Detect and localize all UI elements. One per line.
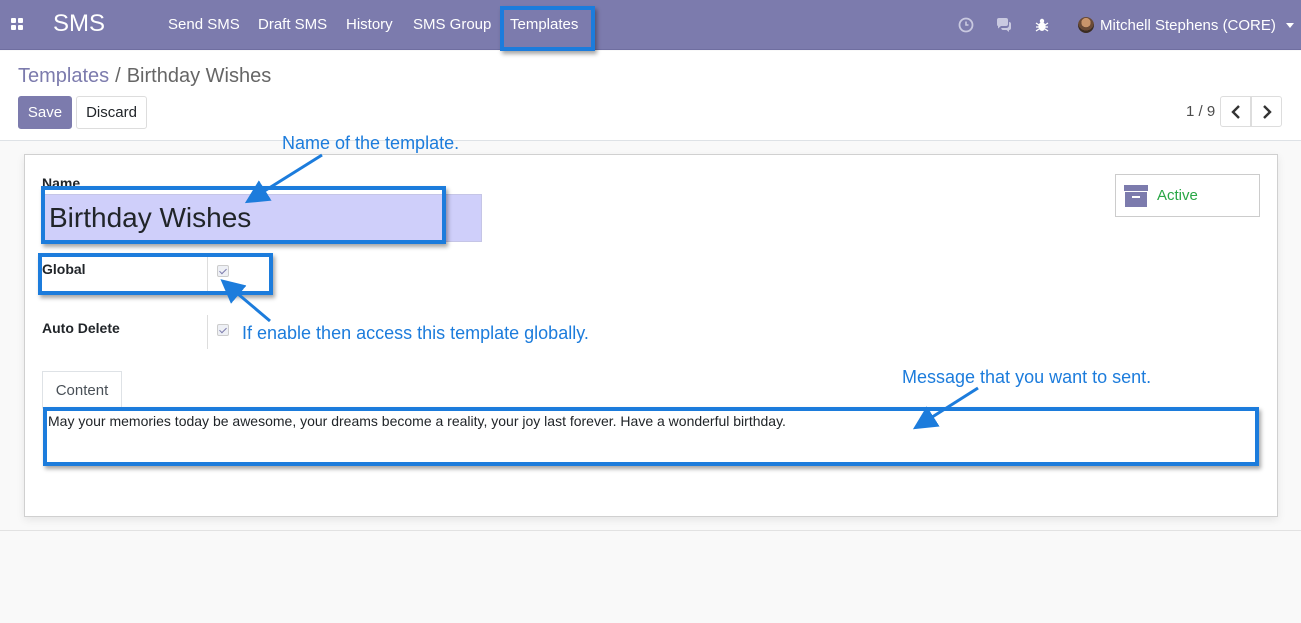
discard-button[interactable]: Discard xyxy=(76,96,147,129)
chevron-right-icon xyxy=(1262,104,1272,119)
top-navbar: SMS Send SMS Draft SMS History SMS Group… xyxy=(0,0,1301,50)
menu-item-history[interactable]: History xyxy=(346,16,393,33)
menu-item-draft-sms[interactable]: Draft SMS xyxy=(258,16,327,33)
clock-icon[interactable] xyxy=(957,16,975,34)
chat-icon[interactable] xyxy=(995,16,1013,34)
tab-content[interactable]: Content xyxy=(42,371,122,409)
caret-down-icon xyxy=(1285,22,1294,28)
chevron-left-icon xyxy=(1230,104,1240,119)
message-note: Message that you want to sent. xyxy=(902,367,1152,387)
breadcrumb-current: Birthday Wishes xyxy=(126,65,272,87)
global-highlight-box xyxy=(38,253,273,295)
breadcrumb: Templates / Birthday Wishes xyxy=(18,65,271,88)
control-panel: Templates / Birthday Wishes Save Discard 1… xyxy=(0,51,1301,141)
save-button[interactable]: Save xyxy=(18,96,72,129)
auto-delete-checkbox[interactable] xyxy=(217,324,229,336)
active-toggle-button[interactable]: Active xyxy=(1115,174,1260,217)
name-highlight-box xyxy=(41,186,446,244)
global-note: If enable then access this template glob… xyxy=(242,323,589,343)
active-label: Active xyxy=(1157,187,1198,204)
message-highlight-box xyxy=(43,407,1259,466)
avatar xyxy=(1078,17,1094,33)
templates-highlight-box xyxy=(500,6,595,51)
pager-previous-button[interactable] xyxy=(1220,96,1251,127)
breadcrumb-separator: / xyxy=(115,65,121,87)
user-menu[interactable]: Mitchell Stephens (CORE) xyxy=(1078,14,1294,36)
app-title: SMS xyxy=(53,10,106,37)
auto-delete-label: Auto Delete xyxy=(42,320,120,336)
divider xyxy=(207,315,208,349)
menu-item-sms-group[interactable]: SMS Group xyxy=(413,16,491,33)
breadcrumb-templates[interactable]: Templates xyxy=(18,65,109,87)
bug-icon[interactable] xyxy=(1033,16,1051,34)
pager-next-button[interactable] xyxy=(1251,96,1282,127)
archive-icon xyxy=(1124,184,1148,207)
menu-item-send-sms[interactable]: Send SMS xyxy=(168,16,240,33)
pager-value: 1 / 9 xyxy=(1186,103,1216,120)
user-name: Mitchell Stephens (CORE) xyxy=(1100,16,1276,34)
apps-grid-icon[interactable] xyxy=(11,18,24,31)
name-note: Name of the template. xyxy=(282,133,460,153)
